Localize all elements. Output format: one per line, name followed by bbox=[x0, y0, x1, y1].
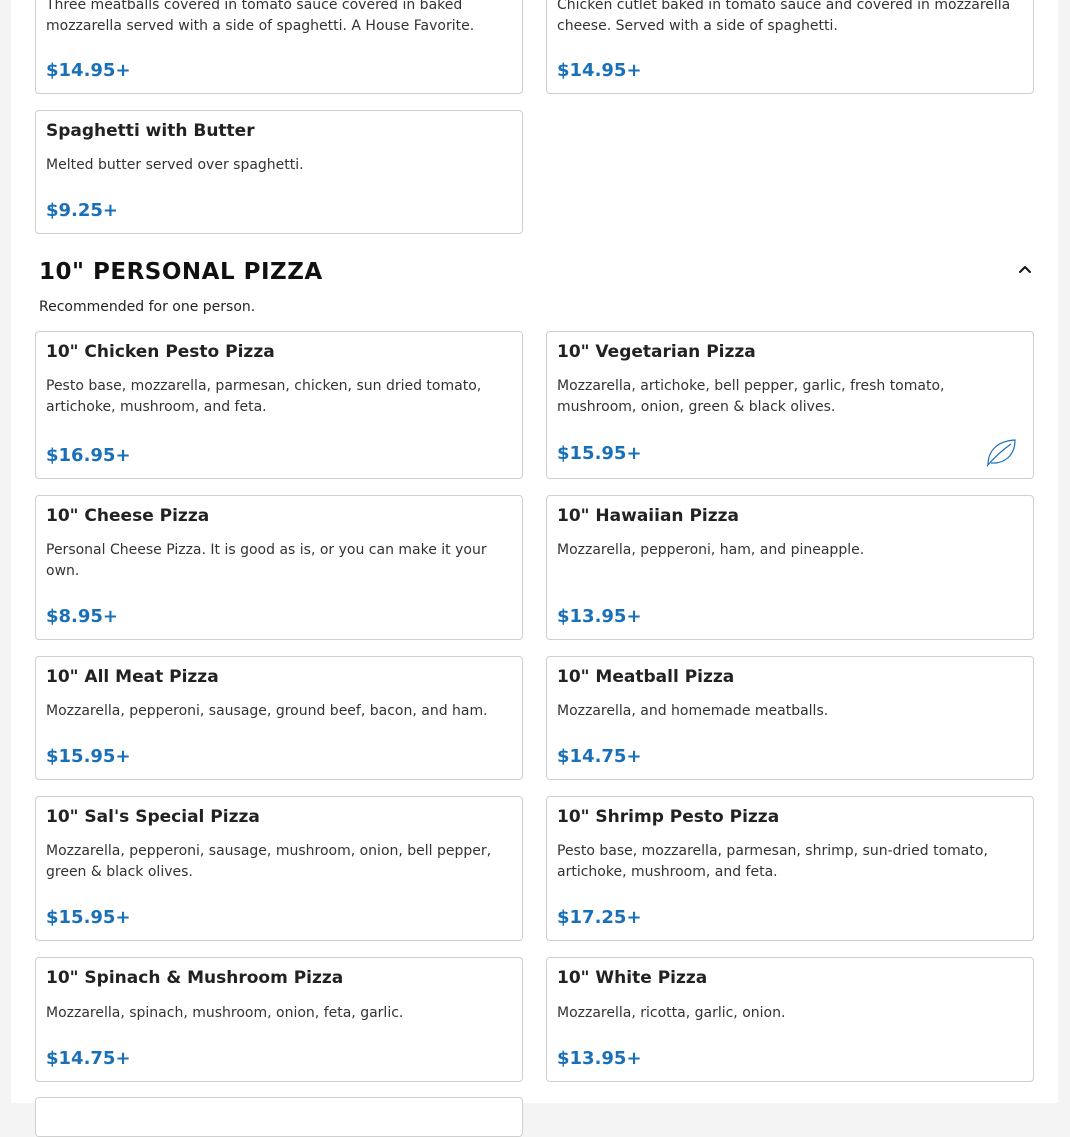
menu-page: Three meatballs covered in tomato sauce … bbox=[11, 0, 1058, 1137]
menu-item-price: $14.75+ bbox=[557, 746, 642, 767]
menu-item-price: $14.75+ bbox=[46, 1048, 131, 1069]
menu-item-description: Chicken cutlet baked in tomato sauce and… bbox=[557, 0, 1011, 34]
menu-item-price: $15.95+ bbox=[46, 907, 131, 928]
menu-item-description: Mozzarella, artichoke, bell pepper, garl… bbox=[557, 378, 945, 415]
menu-item-name: 10" All Meat Pizza bbox=[46, 667, 219, 687]
chevron-up-icon bbox=[1019, 266, 1031, 273]
menu-item-card[interactable]: Three meatballs covered in tomato sauce … bbox=[35, 0, 523, 94]
menu-item-card[interactable]: 10" All Meat Pizza Mozzarella, pepperoni… bbox=[35, 656, 523, 780]
menu-item-card[interactable]: 10" Sal's Special Pizza Mozzarella, pepp… bbox=[35, 796, 523, 941]
menu-item-card[interactable]: Spaghetti with Butter Melted butter serv… bbox=[35, 110, 523, 234]
menu-item-name: 10" Meatball Pizza bbox=[557, 667, 735, 687]
menu-item-card[interactable]: 10" Shrimp Pesto Pizza Pesto base, mozza… bbox=[546, 796, 1034, 941]
menu-item-description: Personal Cheese Pizza. It is good as is,… bbox=[46, 542, 487, 579]
menu-item-card[interactable]: 10" Hawaiian Pizza Mozzarella, pepperoni… bbox=[546, 495, 1034, 640]
menu-item-description: Mozzarella, pepperoni, sausage, mushroom… bbox=[46, 843, 492, 880]
menu-item-card[interactable]: 10" Meatball Pizza Mozzarella, and homem… bbox=[546, 656, 1034, 780]
menu-item-price: $15.95+ bbox=[557, 443, 642, 464]
menu-item-card[interactable]: 10" White Pizza Mozzarella, ricotta, gar… bbox=[546, 957, 1034, 1082]
menu-item-name: 10" White Pizza bbox=[557, 968, 708, 988]
menu-item-price: $16.95+ bbox=[46, 445, 131, 466]
collapse-section-button[interactable] bbox=[1014, 258, 1036, 280]
menu-item-card[interactable]: 10" Spinach & Mushroom Pizza Mozzarella,… bbox=[35, 957, 523, 1082]
section-title: 10" PERSONAL PIZZA bbox=[39, 259, 323, 285]
menu-item-description: Mozzarella, pepperoni, sausage, ground b… bbox=[46, 703, 488, 719]
menu-item-name: 10" Vegetarian Pizza bbox=[557, 342, 756, 362]
menu-item-card[interactable]: 10" Cheese Pizza Personal Cheese Pizza. … bbox=[35, 495, 523, 640]
menu-item-description: Pesto base, mozzarella, parmesan, chicke… bbox=[46, 378, 482, 415]
menu-item-price: $8.95+ bbox=[46, 606, 119, 627]
menu-item-name: Spaghetti with Butter bbox=[46, 121, 255, 141]
menu-item-price: $14.95+ bbox=[46, 60, 131, 81]
menu-item-price: $15.95+ bbox=[46, 746, 131, 767]
menu-item-name: 10" Chicken Pesto Pizza bbox=[46, 342, 275, 362]
menu-item-description: Mozzarella, spinach, mushroom, onion, fe… bbox=[46, 1005, 404, 1021]
menu-item-card[interactable]: 10" Chicken Pesto Pizza Pesto base, mozz… bbox=[35, 331, 523, 479]
menu-item-card[interactable] bbox=[35, 1097, 523, 1137]
menu-item-price: $17.25+ bbox=[557, 907, 642, 928]
menu-item-description: Melted butter served over spaghetti. bbox=[46, 157, 304, 173]
menu-item-name: 10" Shrimp Pesto Pizza bbox=[557, 807, 780, 827]
menu-item-description: Mozzarella, and homemade meatballs. bbox=[557, 703, 829, 719]
menu-item-card[interactable]: 10" Vegetarian Pizza Mozzarella, articho… bbox=[546, 331, 1034, 479]
menu-item-name: 10" Cheese Pizza bbox=[46, 506, 210, 526]
menu-item-price: $13.95+ bbox=[557, 606, 642, 627]
menu-item-price: $13.95+ bbox=[557, 1048, 642, 1069]
menu-item-description: Pesto base, mozzarella, parmesan, shrimp… bbox=[557, 843, 988, 880]
menu-item-card[interactable]: Chicken cutlet baked in tomato sauce and… bbox=[546, 0, 1034, 94]
menu-item-price: $9.25+ bbox=[46, 200, 119, 221]
menu-item-description: Mozzarella, pepperoni, ham, and pineappl… bbox=[557, 542, 865, 558]
menu-item-price: $14.95+ bbox=[557, 60, 642, 81]
section-subtitle: Recommended for one person. bbox=[39, 299, 256, 315]
menu-item-name: 10" Spinach & Mushroom Pizza bbox=[46, 968, 344, 988]
menu-item-description: Three meatballs covered in tomato sauce … bbox=[46, 0, 475, 34]
menu-item-description: Mozzarella, ricotta, garlic, onion. bbox=[557, 1005, 786, 1021]
menu-item-name: 10" Hawaiian Pizza bbox=[557, 506, 740, 526]
menu-item-name: 10" Sal's Special Pizza bbox=[46, 807, 260, 827]
leaf-icon bbox=[986, 439, 1016, 467]
